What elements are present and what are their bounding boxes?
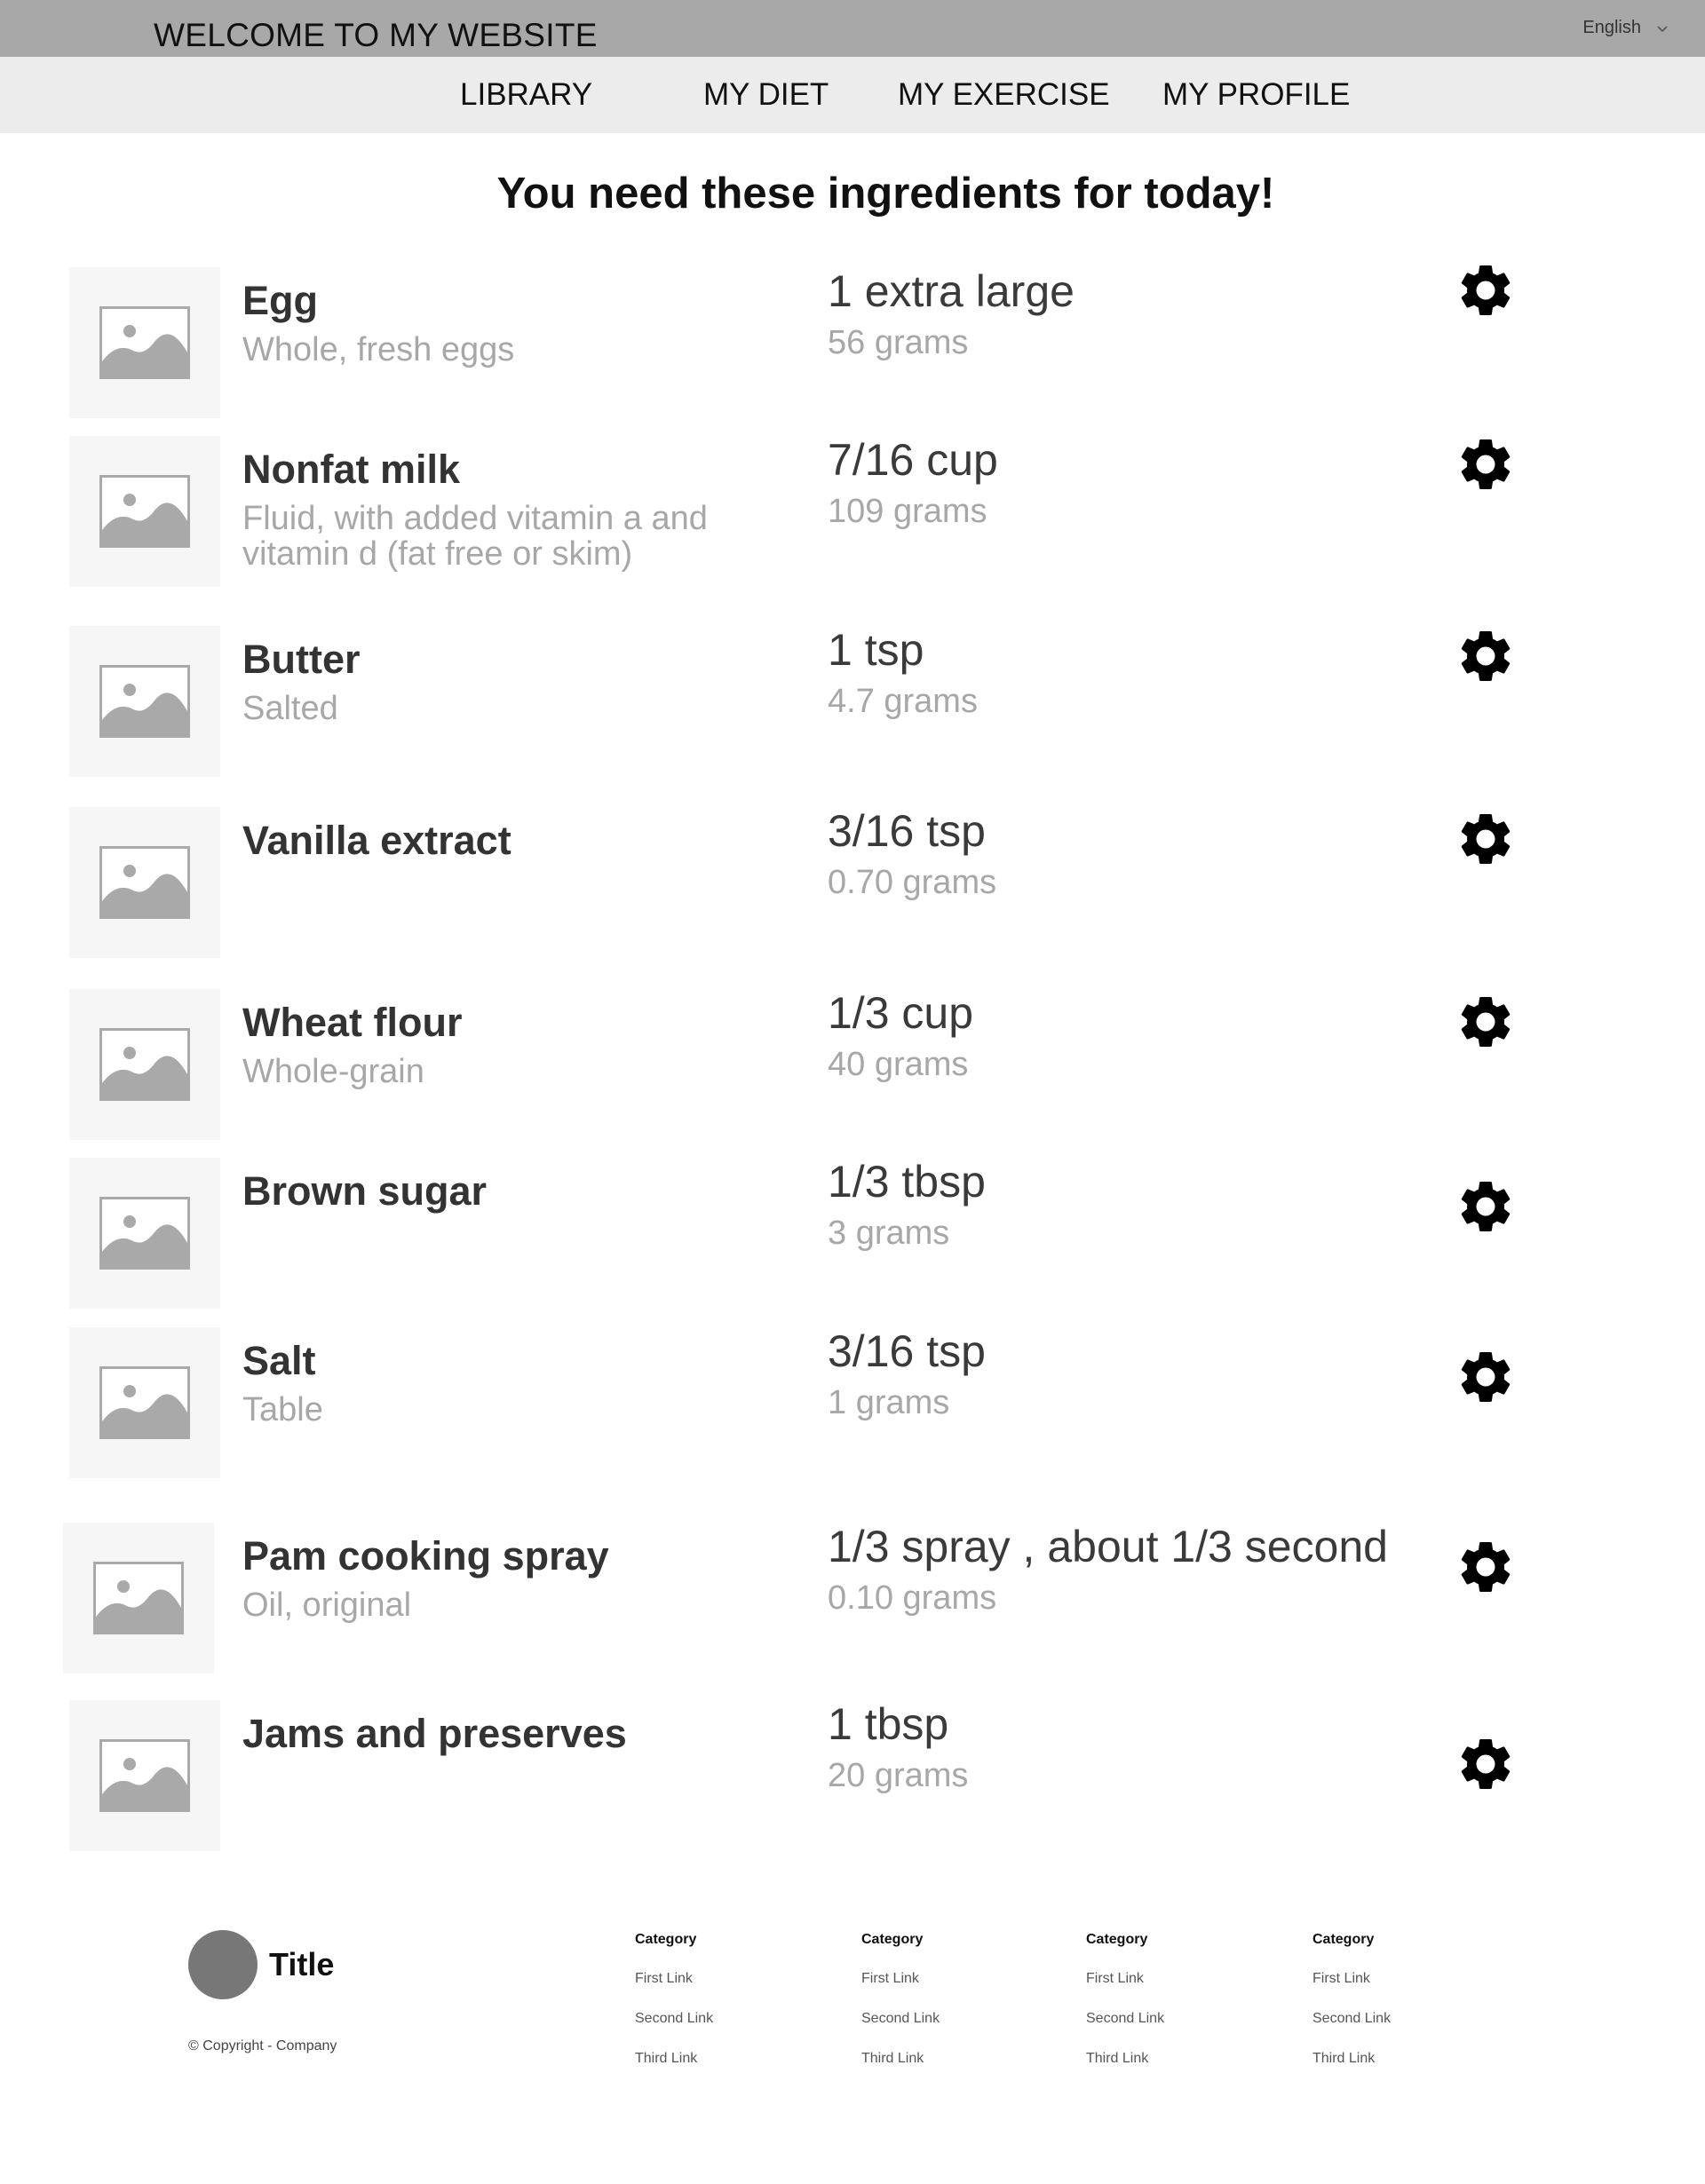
gear-icon[interactable] — [1455, 1346, 1517, 1408]
ingredient-description: Table — [242, 1391, 323, 1428]
ingredient-description: Salted — [242, 690, 338, 727]
ingredient-name: Salt — [242, 1338, 316, 1383]
ingredient-quantity: 3/16 tsp — [828, 1326, 986, 1376]
nav-my-profile[interactable]: MY PROFILE — [1162, 77, 1350, 113]
image-placeholder-icon — [93, 1562, 184, 1634]
image-placeholder-icon — [99, 1197, 190, 1270]
ingredient-description: Whole-grain — [242, 1053, 424, 1090]
ingredient-image — [69, 1700, 220, 1851]
footer-category: Category — [635, 1932, 697, 1947]
image-placeholder-icon — [99, 846, 190, 919]
nav-library[interactable]: LIBRARY — [460, 77, 592, 113]
ingredient-quantity: 7/16 cup — [828, 435, 998, 485]
ingredient-name: Jams and preserves — [242, 1711, 627, 1756]
ingredient-name: Nonfat milk — [242, 447, 461, 492]
footer-category: Category — [1086, 1932, 1148, 1947]
top-bar: WELCOME TO MY WEBSITE English — [0, 0, 1705, 57]
ingredient-image — [69, 267, 220, 418]
image-placeholder-icon — [99, 1366, 190, 1439]
ingredient-image — [69, 807, 220, 958]
gear-icon[interactable] — [1455, 1536, 1517, 1598]
footer-logo — [188, 1930, 258, 1999]
nav-my-exercise[interactable]: MY EXERCISE — [898, 77, 1110, 113]
ingredient-image — [69, 1158, 220, 1309]
image-placeholder-icon — [99, 1739, 190, 1812]
page-title: You need these ingredients for today! — [496, 170, 1275, 218]
footer-link[interactable]: Third Link — [1312, 2051, 1391, 2067]
nav-my-diet[interactable]: MY DIET — [703, 77, 829, 113]
footer-link[interactable]: Second Link — [861, 2011, 940, 2027]
ingredient-image — [69, 989, 220, 1140]
image-placeholder-icon — [99, 475, 190, 548]
ingredient-quantity: 1 tbsp — [828, 1699, 949, 1749]
ingredient-grams: 20 grams — [828, 1757, 969, 1794]
ingredient-name: Brown sugar — [242, 1168, 488, 1214]
ingredient-grams: 4.7 grams — [828, 683, 978, 720]
ingredient-quantity: 1 extra large — [828, 266, 1075, 316]
ingredient-quantity: 1/3 tbsp — [828, 1157, 986, 1207]
ingredient-quantity: 1/3 spray , about 1/3 second — [828, 1522, 1388, 1571]
language-selector[interactable]: English — [1582, 18, 1671, 38]
footer-title: Title — [269, 1946, 335, 1982]
language-label: English — [1582, 18, 1641, 37]
footer-link[interactable]: Second Link — [635, 2011, 713, 2027]
footer-column: Category First Link Second Link Third Li… — [861, 1932, 940, 2091]
footer-link[interactable]: Second Link — [1312, 2011, 1391, 2027]
ingredient-name: Vanilla extract — [242, 818, 512, 863]
footer-column: Category First Link Second Link Third Li… — [1312, 1932, 1391, 2091]
site-title: WELCOME TO MY WEBSITE — [154, 17, 598, 53]
footer-category: Category — [861, 1932, 924, 1947]
ingredient-name: Butter — [242, 637, 361, 682]
image-placeholder-icon — [99, 1028, 190, 1101]
ingredient-grams: 109 grams — [828, 493, 987, 530]
ingredient-name: Pam cooking spray — [242, 1533, 609, 1579]
ingredient-quantity: 3/16 tsp — [828, 806, 986, 856]
ingredient-grams: 0.70 grams — [828, 864, 997, 901]
footer-category: Category — [1312, 1932, 1375, 1947]
ingredient-grams: 40 grams — [828, 1046, 969, 1083]
ingredient-grams: 56 grams — [828, 324, 969, 361]
ingredient-image — [69, 1327, 220, 1478]
gear-icon[interactable] — [1455, 1175, 1517, 1238]
footer: Title © Copyright - Company Category Fir… — [0, 1900, 1705, 2184]
ingredient-grams: 0.10 grams — [828, 1579, 997, 1617]
footer-link[interactable]: Third Link — [861, 2051, 940, 2067]
gear-icon[interactable] — [1455, 1733, 1517, 1795]
footer-link[interactable]: Second Link — [1086, 2011, 1164, 2027]
footer-column: Category First Link Second Link Third Li… — [1086, 1932, 1164, 2091]
image-placeholder-icon — [99, 306, 190, 379]
footer-link[interactable]: Third Link — [1086, 2051, 1164, 2067]
ingredient-grams: 1 grams — [828, 1384, 950, 1421]
ingredient-description: Oil, original — [242, 1587, 412, 1624]
gear-icon[interactable] — [1455, 808, 1517, 870]
ingredient-quantity: 1 tsp — [828, 625, 924, 675]
ingredient-grams: 3 grams — [828, 1215, 950, 1252]
footer-copyright: © Copyright - Company — [188, 2038, 337, 2053]
footer-link[interactable]: First Link — [861, 1971, 940, 1987]
ingredient-image — [63, 1523, 214, 1674]
gear-icon[interactable] — [1455, 259, 1517, 321]
ingredient-quantity: 1/3 cup — [828, 988, 974, 1038]
footer-column: Category First Link Second Link Third Li… — [635, 1932, 713, 2091]
footer-link[interactable]: First Link — [1312, 1971, 1391, 1987]
footer-link[interactable]: Third Link — [635, 2051, 713, 2067]
ingredient-description: Whole, fresh eggs — [242, 331, 515, 368]
ingredient-name: Wheat flour — [242, 1000, 463, 1045]
ingredient-image — [69, 626, 220, 777]
footer-link[interactable]: First Link — [635, 1971, 713, 1987]
gear-icon[interactable] — [1455, 625, 1517, 687]
image-placeholder-icon — [99, 665, 190, 738]
chevron-down-icon — [1653, 20, 1671, 37]
footer-link[interactable]: First Link — [1086, 1971, 1164, 1987]
gear-icon[interactable] — [1455, 991, 1517, 1053]
main-nav: LIBRARY MY DIET MY EXERCISE MY PROFILE — [0, 57, 1705, 133]
gear-icon[interactable] — [1455, 433, 1517, 495]
ingredient-description: Fluid, with added vitamin a and vitamin … — [242, 500, 708, 573]
ingredient-image — [69, 436, 220, 587]
ingredient-name: Egg — [242, 278, 318, 323]
